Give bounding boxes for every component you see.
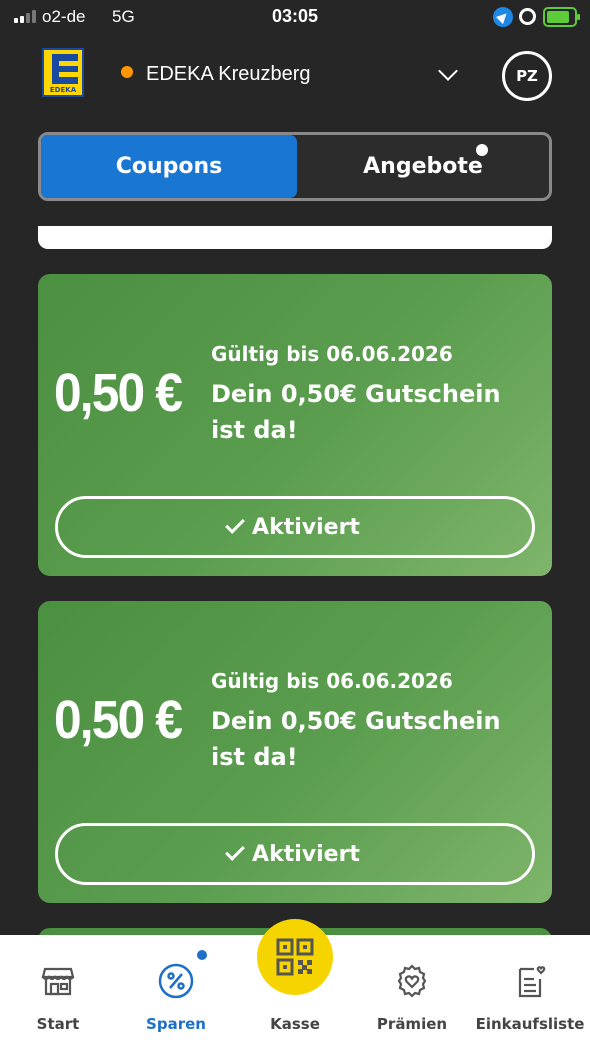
nav-einkaufsliste[interactable]: Einkaufsliste [476,935,584,1048]
shopping-list-icon [518,966,546,998]
profile-avatar-button[interactable]: PZ [502,51,552,101]
tab-switcher: Coupons Angebote [38,132,552,201]
coupon-button-label: Aktiviert [252,514,360,540]
store-selector-label[interactable]: EDEKA Kreuzberg [146,63,311,86]
check-icon [225,514,245,534]
angebote-notification-dot [476,144,488,156]
store-icon [41,967,75,996]
battery-icon [543,7,580,27]
alarm-icon [519,8,536,25]
heart-badge-icon [397,964,427,998]
tab-angebote[interactable]: Angebote [297,135,549,198]
previous-card-bottom [38,226,552,249]
coupon-activated-button[interactable]: Aktiviert [55,496,535,558]
coupon-title: Dein 0,50€ Gutschein ist da! [211,707,501,771]
coupon-button-label: Aktiviert [252,841,360,867]
chevron-down-icon[interactable] [438,61,458,81]
coupon-card[interactable]: 0,50 € Gültig bis 06.06.2026 Dein 0,50€ … [38,601,552,903]
nav-start-label: Start [36,1015,80,1033]
coupon-activated-button[interactable]: Aktiviert [55,823,535,885]
location-icon [493,7,513,27]
coupon-card[interactable]: 0,50 € Gültig bis 06.06.2026 Dein 0,50€ … [38,274,552,576]
qr-code-icon [276,938,314,976]
coupon-value: 0,50 € [54,690,183,750]
coupon-value: 0,50 € [54,363,183,423]
nav-start[interactable]: Start [18,935,98,1048]
coupon-title: Dein 0,50€ Gutschein ist da! [211,380,501,444]
nav-sparen-label: Sparen [146,1015,206,1033]
store-status-dot [121,66,133,78]
kasse-button[interactable] [257,919,333,995]
coupon-validity: Gültig bis 06.06.2026 [211,342,453,366]
nav-kasse-label: Kasse [270,1015,320,1033]
sparen-notification-dot [197,950,207,960]
nav-einkaufsliste-label: Einkaufsliste [475,1015,585,1033]
status-bar: o2-de 5G 03:05 [0,0,590,34]
nav-praemien[interactable]: Prämien [372,935,452,1048]
tab-coupons[interactable]: Coupons [41,135,297,198]
edeka-logo: EDEKA [42,48,84,97]
coupon-validity: Gültig bis 06.06.2026 [211,669,453,693]
nav-praemien-label: Prämien [376,1015,448,1033]
check-icon [225,841,245,861]
percent-icon [158,963,194,999]
